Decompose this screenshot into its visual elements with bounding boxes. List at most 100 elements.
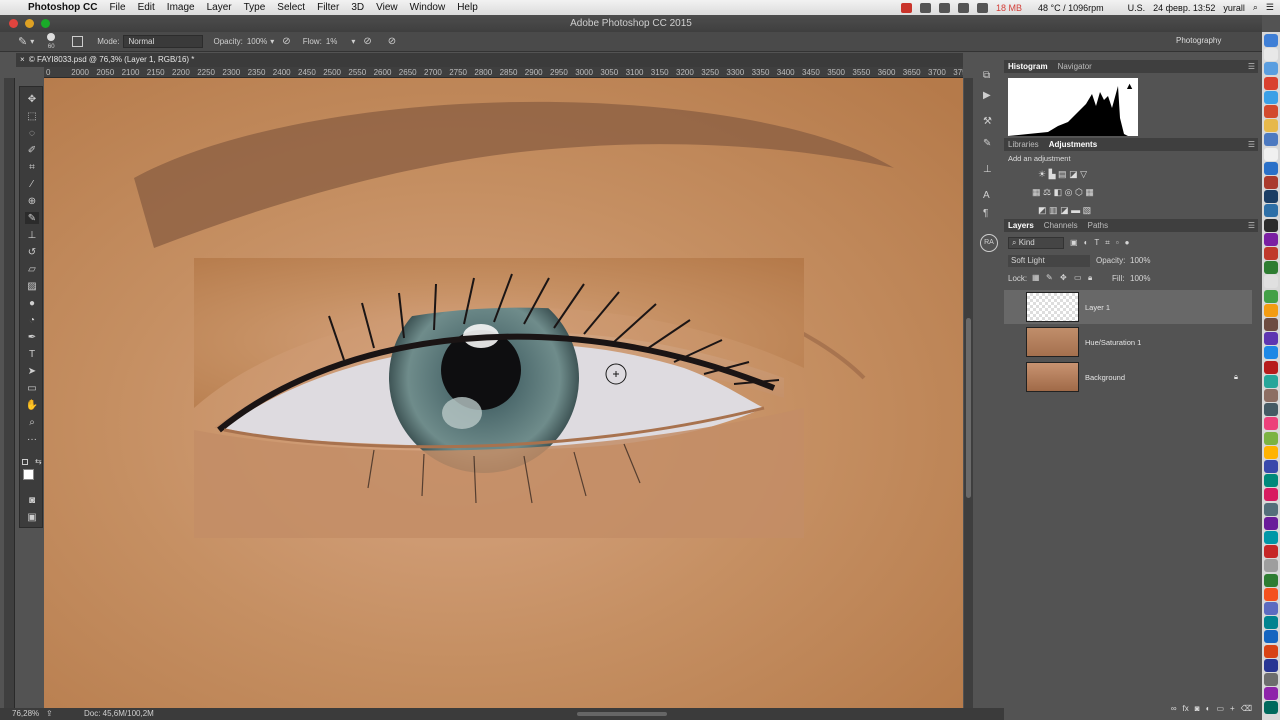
close-window-button[interactable] xyxy=(9,19,18,28)
invert-icon[interactable]: ◩ xyxy=(1038,205,1047,215)
swap-colors-icon[interactable]: ⇆ xyxy=(35,457,42,466)
brush-tool-icon[interactable]: ✎ xyxy=(18,35,27,48)
menu-window[interactable]: Window xyxy=(404,2,452,13)
levels-icon[interactable]: ▙ xyxy=(1049,169,1056,179)
brightness-contrast-icon[interactable]: ☀ xyxy=(1038,169,1046,179)
lasso-tool-icon[interactable]: ◌ xyxy=(25,127,39,139)
quick-select-tool-icon[interactable]: ✐ xyxy=(25,144,39,156)
paragraph-panel-icon[interactable]: ¶ xyxy=(983,208,988,219)
zoom-readout[interactable]: 76,28% xyxy=(12,708,39,720)
minimize-window-button[interactable] xyxy=(25,19,34,28)
list-icon[interactable]: ☰ xyxy=(1266,2,1274,13)
lock-transparent-icon[interactable]: ▦ xyxy=(1032,273,1040,282)
puzzle-icon[interactable] xyxy=(957,2,969,13)
tool-presets-icon[interactable]: ⚒ xyxy=(983,116,992,127)
mode-select[interactable]: Normal xyxy=(123,35,204,48)
menu-file[interactable]: File xyxy=(103,2,131,13)
lock-all-icon[interactable]: 🔒︎ xyxy=(1088,273,1092,283)
tab-navigator[interactable]: Navigator xyxy=(1058,62,1092,71)
path-select-tool-icon[interactable]: ➤ xyxy=(25,365,39,377)
posterize-icon[interactable]: ▥ xyxy=(1049,205,1058,215)
dock-app-icon[interactable] xyxy=(1264,232,1278,246)
pressure-size-icon[interactable]: ⊘ xyxy=(388,36,396,47)
dock-app-icon[interactable] xyxy=(1264,318,1278,331)
hue-saturation-icon[interactable]: ▦ xyxy=(1032,187,1041,197)
type-tool-icon[interactable]: T xyxy=(25,348,39,360)
foreground-color-swatch[interactable] xyxy=(23,469,34,480)
dock-app-icon[interactable] xyxy=(1264,289,1278,303)
filter-type-icon[interactable]: T xyxy=(1094,238,1099,247)
zoom-tool-icon[interactable]: ⌕ xyxy=(25,416,39,428)
clone-stamp-tool-icon[interactable]: ⊥ xyxy=(25,229,39,241)
delete-layer-icon[interactable]: ⌫ xyxy=(1241,704,1252,717)
document-tab[interactable]: × © FAYI8033.psd @ 76,3% (Layer 1, RGB/1… xyxy=(16,53,963,67)
vibrance-icon[interactable]: ▽ xyxy=(1080,169,1087,179)
menu-type[interactable]: Type xyxy=(238,2,272,13)
dock-app-icon[interactable] xyxy=(1264,630,1278,644)
brush-panel-toggle-icon[interactable] xyxy=(72,36,84,47)
dock-app-icon[interactable] xyxy=(1264,48,1278,62)
brush-presets-icon[interactable]: ✎ xyxy=(983,138,991,149)
layer-row[interactable]: Layer 1 xyxy=(1004,290,1252,324)
dock-app-icon[interactable] xyxy=(1264,303,1278,317)
history-brush-tool-icon[interactable]: ↺ xyxy=(25,246,39,258)
menu-app[interactable]: Photoshop CC xyxy=(26,2,103,13)
dropbox-icon[interactable] xyxy=(976,2,988,13)
curves-icon[interactable]: ▤ xyxy=(1058,169,1067,179)
memory-readout[interactable]: 18 MB xyxy=(996,3,1022,13)
dock-app-icon[interactable] xyxy=(1264,587,1278,601)
dock-app-icon[interactable] xyxy=(1264,218,1278,232)
hand-tool-icon[interactable]: ✋ xyxy=(25,399,39,411)
filter-shape-icon[interactable]: ⌗ xyxy=(1105,238,1110,248)
tab-layers[interactable]: Layers xyxy=(1008,221,1034,230)
layer-row[interactable]: Hue/Saturation 1 xyxy=(1004,325,1252,359)
dock-app-icon[interactable] xyxy=(1264,431,1278,445)
workspace-select[interactable]: Photography xyxy=(1172,35,1252,48)
dock-app-icon[interactable] xyxy=(1264,573,1278,587)
lock-position-icon[interactable]: ✥ xyxy=(1060,273,1067,282)
exposure-icon[interactable]: ◪ xyxy=(1069,169,1078,179)
dock-app-icon[interactable] xyxy=(1264,616,1278,630)
dock-app-icon[interactable] xyxy=(1264,602,1278,615)
document-canvas[interactable] xyxy=(44,78,963,708)
dock-app-icon[interactable] xyxy=(1264,658,1278,672)
input-language[interactable]: U.S. xyxy=(1128,3,1146,13)
quick-mask-icon[interactable]: ◙ xyxy=(25,494,39,506)
dock-app-icon[interactable] xyxy=(1264,62,1278,76)
brush-preset-picker[interactable]: 60 xyxy=(44,33,58,50)
scroll-thumb[interactable] xyxy=(966,318,971,498)
vertical-ruler[interactable] xyxy=(4,78,15,708)
dock-app-icon[interactable] xyxy=(1264,105,1278,118)
canvas-vertical-scrollbar[interactable] xyxy=(964,78,973,708)
add-mask-icon[interactable]: ◙ xyxy=(1195,704,1200,717)
dock-app-icon[interactable] xyxy=(1264,90,1278,104)
clipping-warning-icon[interactable]: ▲ xyxy=(1125,81,1134,91)
fill-input[interactable]: 100% xyxy=(1130,273,1150,285)
character-panel-icon[interactable]: A xyxy=(983,190,990,201)
color-lookup-icon[interactable]: ▦ xyxy=(1085,187,1094,197)
user-name[interactable]: yurall xyxy=(1223,3,1245,13)
dock-app-icon[interactable] xyxy=(1264,644,1278,658)
brush-tool-icon[interactable]: ✎ xyxy=(25,212,39,224)
healing-brush-tool-icon[interactable]: ⊕ xyxy=(25,195,39,207)
dock-app-icon[interactable] xyxy=(1264,474,1278,488)
panel-menu-icon[interactable]: ☰ xyxy=(1248,62,1255,71)
dock-app-icon[interactable] xyxy=(1264,545,1278,559)
menu-select[interactable]: Select xyxy=(271,2,311,13)
dock-app-icon[interactable] xyxy=(1264,147,1278,161)
dock-app-icon[interactable] xyxy=(1264,559,1278,573)
dock-app-icon[interactable] xyxy=(1264,673,1278,686)
dock-app-icon[interactable] xyxy=(1264,275,1278,289)
panel-menu-icon[interactable]: ☰ xyxy=(1248,140,1255,149)
close-doc-icon[interactable]: × xyxy=(20,55,25,64)
lock-artboard-icon[interactable]: ▭ xyxy=(1074,273,1082,282)
fx-icon[interactable]: fx xyxy=(1183,704,1189,717)
flow-chevron-icon[interactable]: ▾ xyxy=(351,37,355,46)
dock-app-icon[interactable] xyxy=(1264,531,1278,544)
menu-layer[interactable]: Layer xyxy=(201,2,238,13)
eraser-tool-icon[interactable]: ▱ xyxy=(25,263,39,275)
tab-libraries[interactable]: Libraries xyxy=(1008,140,1039,149)
export-icon[interactable]: ⇪ xyxy=(46,708,53,720)
dock-app-icon[interactable] xyxy=(1264,190,1278,204)
dock-app-icon[interactable] xyxy=(1264,403,1278,417)
